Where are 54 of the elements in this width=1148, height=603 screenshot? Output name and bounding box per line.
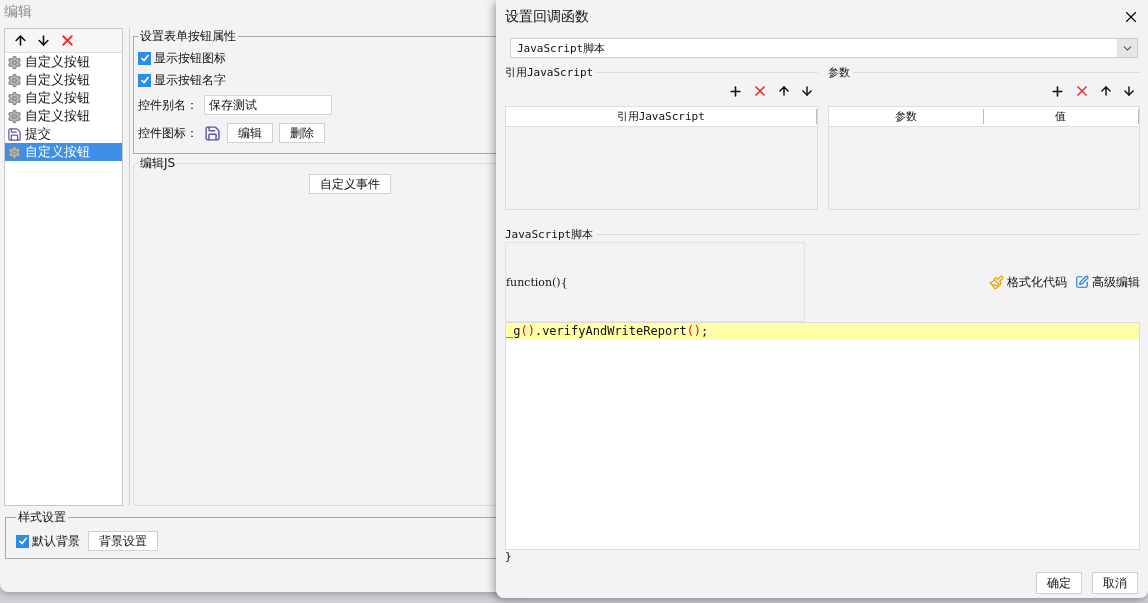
checkbox-label: 显示按钮图标 bbox=[154, 49, 226, 67]
pen-icon bbox=[1075, 275, 1089, 289]
gear-icon bbox=[7, 144, 22, 160]
action-button[interactable]: 删除 bbox=[279, 123, 325, 143]
background-settings-button[interactable]: 背景设置 bbox=[88, 531, 158, 551]
group-title: 设置表单按钮属性 bbox=[139, 28, 237, 45]
list-item[interactable]: 提交 bbox=[5, 125, 122, 143]
brush-icon bbox=[989, 274, 1004, 290]
alias-field[interactable]: 保存测试 bbox=[204, 95, 332, 115]
code-editor[interactable]: _g().verifyAndWriteReport(); bbox=[505, 322, 1140, 550]
gear-icon bbox=[7, 54, 22, 70]
script-type-select[interactable]: JavaScript脚本 bbox=[510, 38, 1138, 58]
move-up-icon[interactable] bbox=[13, 33, 28, 48]
tool-button[interactable]: 高级编辑 bbox=[1075, 273, 1140, 291]
action-button[interactable]: 编辑 bbox=[227, 123, 273, 143]
window-title: 编辑 bbox=[3, 2, 33, 21]
group-title: 样式设置 bbox=[17, 509, 67, 526]
move-up-icon[interactable] bbox=[776, 84, 791, 98]
function-footer: } bbox=[505, 550, 1140, 564]
dialog-title: 设置回调函数 bbox=[505, 8, 589, 26]
field-label: 控件别名： bbox=[138, 96, 198, 114]
delete-icon[interactable] bbox=[59, 32, 76, 49]
delete-icon[interactable] bbox=[1074, 83, 1090, 99]
section-title: 引用JavaScript bbox=[505, 64, 594, 80]
move-up-icon[interactable] bbox=[1099, 84, 1113, 98]
list-item[interactable]: 自定义按钮 bbox=[5, 53, 122, 71]
section-title: 参数 bbox=[827, 64, 850, 80]
gear-icon bbox=[7, 108, 22, 124]
dialog-button[interactable]: 取消 bbox=[1092, 572, 1138, 594]
move-down-icon[interactable] bbox=[799, 84, 814, 98]
gear-icon bbox=[7, 90, 22, 106]
column-header: 值 bbox=[983, 109, 1139, 124]
list-item[interactable]: 自定义按钮 bbox=[5, 89, 122, 107]
dialog-button[interactable]: 确定 bbox=[1036, 572, 1082, 594]
add-icon[interactable] bbox=[1050, 83, 1065, 99]
checkbox[interactable] bbox=[138, 73, 151, 87]
gear-icon bbox=[7, 72, 22, 88]
column-header: 参数 bbox=[828, 109, 984, 124]
add-icon[interactable] bbox=[727, 83, 743, 99]
group-title: 编辑JS bbox=[139, 155, 177, 172]
section-title: JavaScript脚本 bbox=[505, 226, 594, 242]
move-down-icon[interactable] bbox=[1122, 84, 1136, 98]
function-header: function(){ bbox=[505, 242, 805, 322]
checkbox[interactable] bbox=[138, 51, 151, 65]
checkbox-label: 显示按钮名字 bbox=[154, 71, 226, 89]
custom-event-button[interactable]: 自定义事件 bbox=[308, 174, 391, 194]
tool-button[interactable]: 格式化代码 bbox=[989, 273, 1067, 291]
list-item[interactable]: 自定义按钮 bbox=[5, 107, 122, 125]
checkbox-label: 默认背景 bbox=[32, 532, 80, 550]
field-label: 控件图标： bbox=[138, 124, 198, 142]
move-down-icon[interactable] bbox=[36, 33, 51, 48]
list-item[interactable]: 自定义按钮 bbox=[5, 71, 122, 89]
checkbox[interactable] bbox=[16, 534, 29, 548]
column-header: 引用JavaScript bbox=[506, 109, 817, 124]
